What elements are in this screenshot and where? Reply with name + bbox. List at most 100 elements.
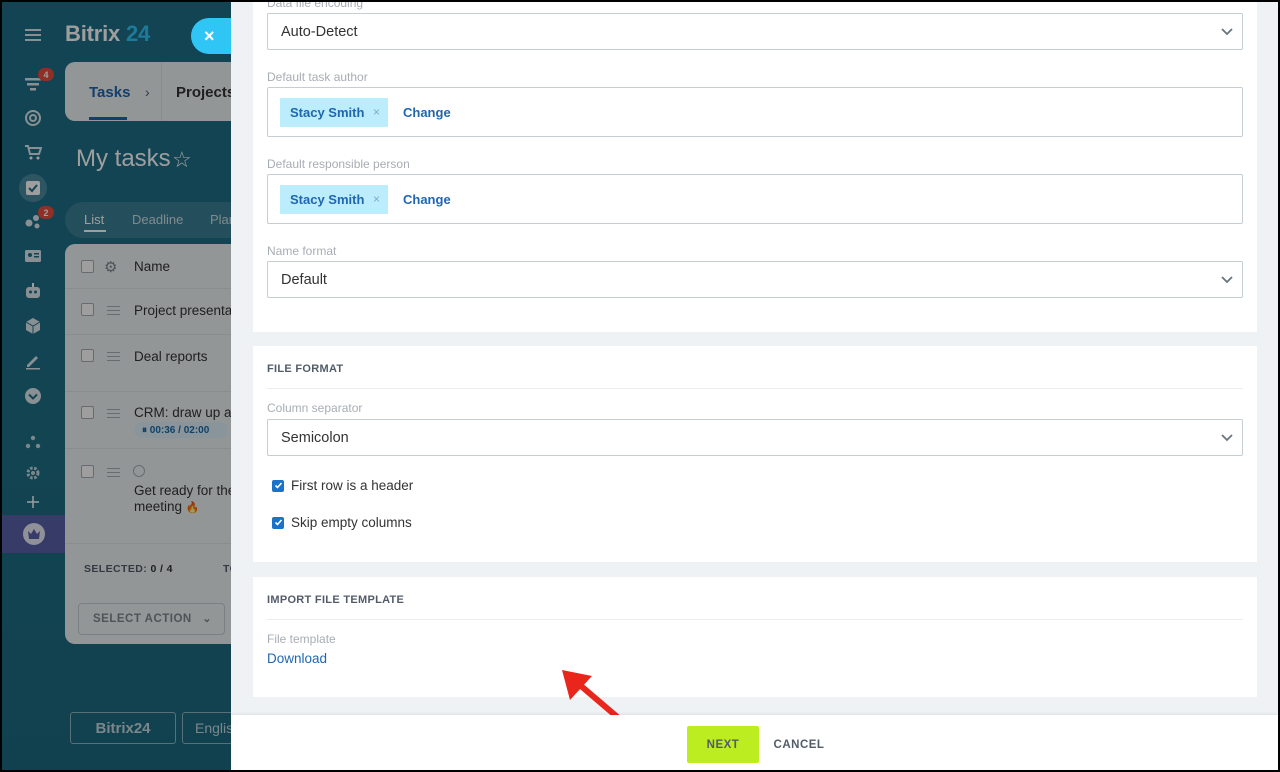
table-row[interactable]: Project presentation — [65, 289, 245, 335]
remove-icon[interactable]: × — [373, 192, 380, 206]
add-icon[interactable] — [22, 491, 44, 513]
close-icon: × — [204, 25, 215, 46]
task-author-field[interactable]: Stacy Smith × Change — [267, 87, 1243, 137]
drag-handle-icon[interactable] — [107, 409, 120, 418]
box-icon[interactable] — [22, 315, 44, 337]
task-title[interactable]: CRM: draw up a — [134, 405, 232, 420]
bitrix24-logo[interactable]: Bitrix 24 — [65, 21, 150, 47]
task-title[interactable]: Project presentation — [134, 303, 245, 318]
import-template-section: IMPORT FILE TEMPLATE File template Downl… — [253, 577, 1257, 697]
import-settings-section: Data file encoding Auto-Detect Default t… — [253, 2, 1257, 332]
tab-tasks[interactable]: Tasks — [89, 84, 130, 101]
chevron-down-icon — [1221, 434, 1233, 442]
name-format-select[interactable]: Default — [267, 261, 1243, 298]
checkbox-label: First row is a header — [291, 478, 414, 493]
close-slider-button[interactable]: × — [191, 18, 233, 54]
divider — [267, 388, 1243, 389]
task-title-line1[interactable]: Get ready for the — [134, 483, 235, 498]
task-title-line2-text: meeting — [134, 499, 183, 514]
sitemap-icon[interactable] — [22, 431, 44, 453]
view-switcher: List Deadline Planner — [65, 202, 255, 238]
more-icon[interactable] — [22, 385, 44, 407]
cart-icon[interactable] — [22, 141, 44, 163]
cancel-button[interactable]: CANCEL — [774, 726, 824, 763]
next-button[interactable]: NEXT — [687, 726, 759, 763]
change-responsible-link[interactable]: Change — [403, 192, 451, 207]
download-template-link[interactable]: Download — [267, 651, 327, 666]
view-tab-deadline[interactable]: Deadline — [132, 212, 183, 227]
skip-empty-columns-checkbox[interactable]: Skip empty columns — [272, 515, 412, 530]
row-checkbox[interactable] — [81, 349, 94, 362]
fire-icon: 🔥 — [185, 502, 200, 514]
file-template-label: File template — [267, 632, 336, 646]
drag-handle-icon[interactable] — [107, 306, 120, 315]
separator-select[interactable]: Semicolon — [267, 419, 1243, 456]
pause-icon: ⏸ — [142, 424, 150, 436]
checkmark-icon[interactable] — [272, 516, 284, 529]
drag-handle-icon[interactable] — [107, 352, 120, 361]
settings-icon[interactable] — [22, 462, 44, 484]
logo-number: 24 — [125, 21, 151, 46]
select-all-checkbox[interactable] — [81, 260, 94, 273]
row-checkbox[interactable] — [81, 465, 94, 478]
screen-frame: 4 2 Bitrix 24 Tasks › Projects My tasks … — [2, 2, 1278, 770]
user-chip[interactable]: Stacy Smith × — [280, 185, 388, 214]
drag-handle-icon[interactable] — [107, 468, 120, 477]
task-timer[interactable]: ⏸ 00:36 / 02:00 — [134, 422, 228, 438]
user-chip[interactable]: Stacy Smith × — [280, 98, 388, 127]
selected-label: SELECTED: — [84, 563, 148, 575]
table-row[interactable]: Deal reports — [65, 335, 245, 392]
gear-icon[interactable]: ⚙ — [104, 258, 117, 276]
menu-icon[interactable] — [22, 24, 44, 46]
first-row-header-checkbox[interactable]: First row is a header — [272, 478, 413, 493]
goals-icon[interactable] — [22, 107, 44, 129]
user-chip-name: Stacy Smith — [290, 105, 365, 120]
task-list: ⚙ Name Project presentation Deal reports… — [65, 244, 245, 644]
crown-icon — [23, 523, 45, 545]
select-action-dropdown[interactable]: SELECT ACTION ⌄ — [78, 603, 225, 635]
tab-projects[interactable]: Projects — [176, 84, 235, 101]
left-sidebar: 4 2 — [2, 2, 66, 770]
column-header-name[interactable]: Name — [134, 259, 170, 274]
crm-badge: 2 — [38, 206, 54, 219]
footer-logo-button[interactable]: Bitrix24 — [70, 712, 176, 744]
checkbox-label: Skip empty columns — [291, 515, 412, 530]
remove-icon[interactable]: × — [373, 105, 380, 119]
responsible-label: Default responsible person — [267, 157, 410, 171]
separator-value: Semicolon — [281, 430, 349, 446]
view-tab-list[interactable]: List — [84, 212, 104, 227]
change-author-link[interactable]: Change — [403, 105, 451, 120]
table-row[interactable]: Get ready for the meeting 🔥 — [65, 449, 245, 544]
task-title[interactable]: Deal reports — [134, 349, 208, 364]
robot-icon[interactable] — [22, 280, 44, 302]
name-format-value: Default — [281, 272, 327, 288]
tasks-icon[interactable] — [19, 174, 47, 202]
checkmark-icon[interactable] — [272, 479, 284, 492]
feed-badge: 4 — [38, 68, 54, 81]
priority-icon — [133, 465, 145, 477]
responsible-field[interactable]: Stacy Smith × Change — [267, 174, 1243, 224]
chevron-down-icon — [1221, 276, 1233, 284]
row-checkbox[interactable] — [81, 303, 94, 316]
encoding-select[interactable]: Auto-Detect — [267, 13, 1243, 50]
task-title-line2[interactable]: meeting 🔥 — [134, 499, 200, 514]
separator-label: Column separator — [267, 401, 363, 415]
selected-value: 0 / 4 — [150, 563, 173, 575]
select-action-label: SELECT ACTION — [93, 613, 192, 625]
active-tab-indicator — [89, 117, 127, 120]
chevron-down-icon: ⌄ — [202, 613, 212, 625]
row-checkbox[interactable] — [81, 406, 94, 419]
sign-icon[interactable] — [22, 350, 44, 372]
selected-counter: SELECTED: 0 / 4 — [84, 563, 173, 575]
contacts-icon[interactable] — [22, 245, 44, 267]
page-title: My tasks — [76, 145, 171, 172]
active-view-indicator — [84, 230, 106, 232]
slider-footer: NEXT CANCEL — [231, 715, 1278, 770]
tab-divider — [161, 62, 162, 121]
upgrade-plan-item[interactable] — [2, 515, 66, 553]
table-row[interactable]: CRM: draw up a — [65, 392, 245, 449]
top-tabs: Tasks › Projects — [65, 62, 245, 121]
section-title: FILE FORMAT — [267, 363, 344, 375]
task-author-label: Default task author — [267, 70, 368, 84]
star-icon[interactable]: ☆ — [172, 147, 192, 173]
